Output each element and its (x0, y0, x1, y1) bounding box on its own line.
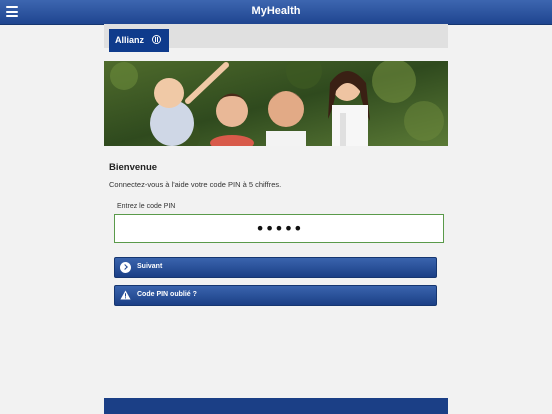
warning-triangle-icon (120, 290, 131, 300)
allianz-eagle-icon (152, 35, 161, 44)
login-content: Bienvenue Connectez-vous à l'aide votre … (109, 162, 447, 189)
top-bar: MyHealth (0, 0, 552, 25)
welcome-heading: Bienvenue (109, 162, 158, 173)
pin-input[interactable] (115, 215, 443, 242)
logo-text: Allianz (115, 35, 145, 45)
app-title: MyHealth (251, 5, 301, 17)
pin-field[interactable] (114, 214, 444, 243)
forgot-pin-button-label: Code PIN oublié ? (137, 291, 197, 298)
allianz-logo: Allianz (109, 29, 169, 52)
next-button[interactable]: Suivant (114, 257, 437, 278)
forgot-pin-button[interactable]: Code PIN oublié ? (114, 285, 437, 306)
hero-family-image (104, 61, 448, 146)
logo-strip: Allianz (104, 24, 448, 52)
footer-bar (104, 398, 448, 414)
pin-label: Entrez le code PIN (117, 203, 176, 210)
next-button-label: Suivant (137, 263, 163, 270)
chevron-right-circle-icon (120, 262, 131, 273)
pin-instructions: Connectez-vous à l'aide votre code PIN à… (109, 180, 282, 189)
